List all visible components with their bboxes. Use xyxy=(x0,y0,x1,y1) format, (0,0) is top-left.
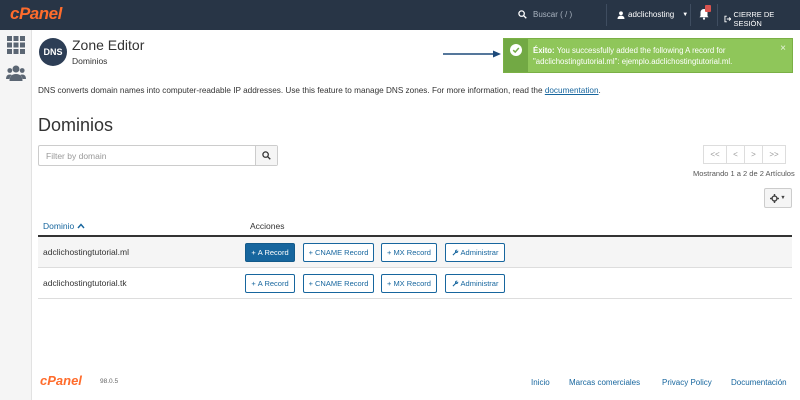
section-heading: Dominios xyxy=(38,115,114,135)
description-suffix: . xyxy=(598,86,601,95)
chevron-down-icon: ▼ xyxy=(682,11,689,18)
logout-icon xyxy=(724,15,732,23)
user-icon xyxy=(617,10,625,19)
column-actions-header: Acciones xyxy=(250,221,285,231)
filter-input[interactable] xyxy=(39,146,255,165)
plus-icon: + xyxy=(251,248,256,257)
divider xyxy=(606,4,607,26)
footer-link-home[interactable]: Inicio xyxy=(531,378,550,387)
divider xyxy=(690,4,691,26)
footer-cpanel-logo[interactable]: cPanel xyxy=(40,373,82,388)
documentation-link[interactable]: documentation xyxy=(545,86,599,95)
users-icon[interactable] xyxy=(6,64,26,82)
top-navbar: cPanel Buscar ( / ) adclichosting ▼ CIER… xyxy=(0,0,800,30)
column-domain-label: Dominio xyxy=(43,221,75,231)
wrench-icon xyxy=(452,249,458,256)
column-domain-header[interactable]: Dominio xyxy=(43,221,85,231)
search-button[interactable] xyxy=(255,146,277,165)
search-placeholder[interactable]: Buscar ( / ) xyxy=(533,10,572,19)
check-icon xyxy=(510,44,522,56)
version-label: 98.0.5 xyxy=(100,378,119,385)
mx-record-label: MX Record xyxy=(393,279,431,288)
plus-icon: + xyxy=(387,279,392,288)
a-record-button[interactable]: + A Record xyxy=(245,274,295,293)
page-next-button[interactable]: > xyxy=(744,145,763,164)
global-search[interactable]: Buscar ( / ) xyxy=(518,10,572,19)
filter-box xyxy=(38,145,278,166)
caret-down-icon: ▼ xyxy=(780,195,786,201)
a-record-button[interactable]: + A Record xyxy=(245,243,295,262)
domain-name: adclichostingtutorial.tk xyxy=(43,278,127,288)
page-last-button[interactable]: >> xyxy=(762,145,786,164)
settings-dropdown-button[interactable]: ▼ xyxy=(764,188,792,208)
cname-record-button[interactable]: + CNAME Record xyxy=(303,274,374,293)
footer-link-trademarks[interactable]: Marcas comerciales xyxy=(569,378,640,387)
alert-text: You successfully added the following A r… xyxy=(533,46,733,66)
plus-icon: + xyxy=(387,248,392,257)
mx-record-button[interactable]: + MX Record xyxy=(381,243,437,262)
plus-icon: + xyxy=(251,279,256,288)
table-header: Dominio Acciones xyxy=(38,215,792,237)
username: adclichosting xyxy=(628,10,675,19)
plus-icon: + xyxy=(308,248,314,257)
cname-record-label: CNAME Record xyxy=(315,248,369,257)
left-sidebar xyxy=(0,30,32,400)
footer-link-documentation[interactable]: Documentación xyxy=(731,378,787,387)
cpanel-logo[interactable]: cPanel xyxy=(10,4,62,24)
page-subtitle: Dominios xyxy=(72,56,108,66)
table-row: adclichostingtutorial.ml + A Record + CNAM… xyxy=(38,237,792,268)
manage-label: Administrar xyxy=(460,279,499,288)
mx-record-button[interactable]: + MX Record xyxy=(381,274,437,293)
search-icon xyxy=(518,10,527,19)
cname-record-label: CNAME Record xyxy=(315,279,369,288)
a-record-label: A Record xyxy=(257,248,289,257)
manage-button[interactable]: Administrar xyxy=(445,274,505,293)
manage-label: Administrar xyxy=(460,248,499,257)
alert-message: Éxito: You successfully added the follow… xyxy=(533,45,773,67)
page-prev-button[interactable]: < xyxy=(726,145,745,164)
user-menu[interactable]: adclichosting ▼ xyxy=(617,10,688,19)
description-text: DNS converts domain names into computer-… xyxy=(38,86,545,95)
domain-name: adclichostingtutorial.ml xyxy=(43,247,129,257)
footer-link-privacy[interactable]: Privacy Policy xyxy=(662,378,712,387)
mx-record-label: MX Record xyxy=(393,248,431,257)
divider xyxy=(717,4,718,26)
sort-ascending-icon xyxy=(77,223,85,229)
notification-badge xyxy=(705,5,711,12)
cname-record-button[interactable]: + CNAME Record xyxy=(303,243,374,262)
alert-icon-column xyxy=(504,39,528,72)
wrench-icon xyxy=(452,280,458,287)
page-title: Zone Editor xyxy=(72,37,145,53)
arrow-right-icon xyxy=(443,50,501,58)
manage-button[interactable]: Administrar xyxy=(445,243,505,262)
table-row: adclichostingtutorial.tk + A Record + CNAM… xyxy=(38,268,792,299)
dns-icon: DNS xyxy=(39,38,67,66)
pagination: << < > >> xyxy=(703,145,786,164)
logout-button[interactable]: CIERRE DE SESIÓN xyxy=(724,10,800,28)
a-record-label: A Record xyxy=(257,279,289,288)
search-icon xyxy=(262,151,271,160)
success-alert: Éxito: You successfully added the follow… xyxy=(503,38,793,73)
results-count: Mostrando 1 a 2 de 2 Artículos xyxy=(693,169,795,178)
logout-label: CIERRE DE SESIÓN xyxy=(733,10,775,28)
grid-icon[interactable] xyxy=(7,36,25,54)
page-first-button[interactable]: << xyxy=(703,145,727,164)
gear-icon xyxy=(770,193,780,203)
close-icon[interactable]: × xyxy=(780,43,786,54)
alert-label: Éxito: xyxy=(533,46,555,55)
page-description: DNS converts domain names into computer-… xyxy=(38,86,601,95)
plus-icon: + xyxy=(308,279,314,288)
